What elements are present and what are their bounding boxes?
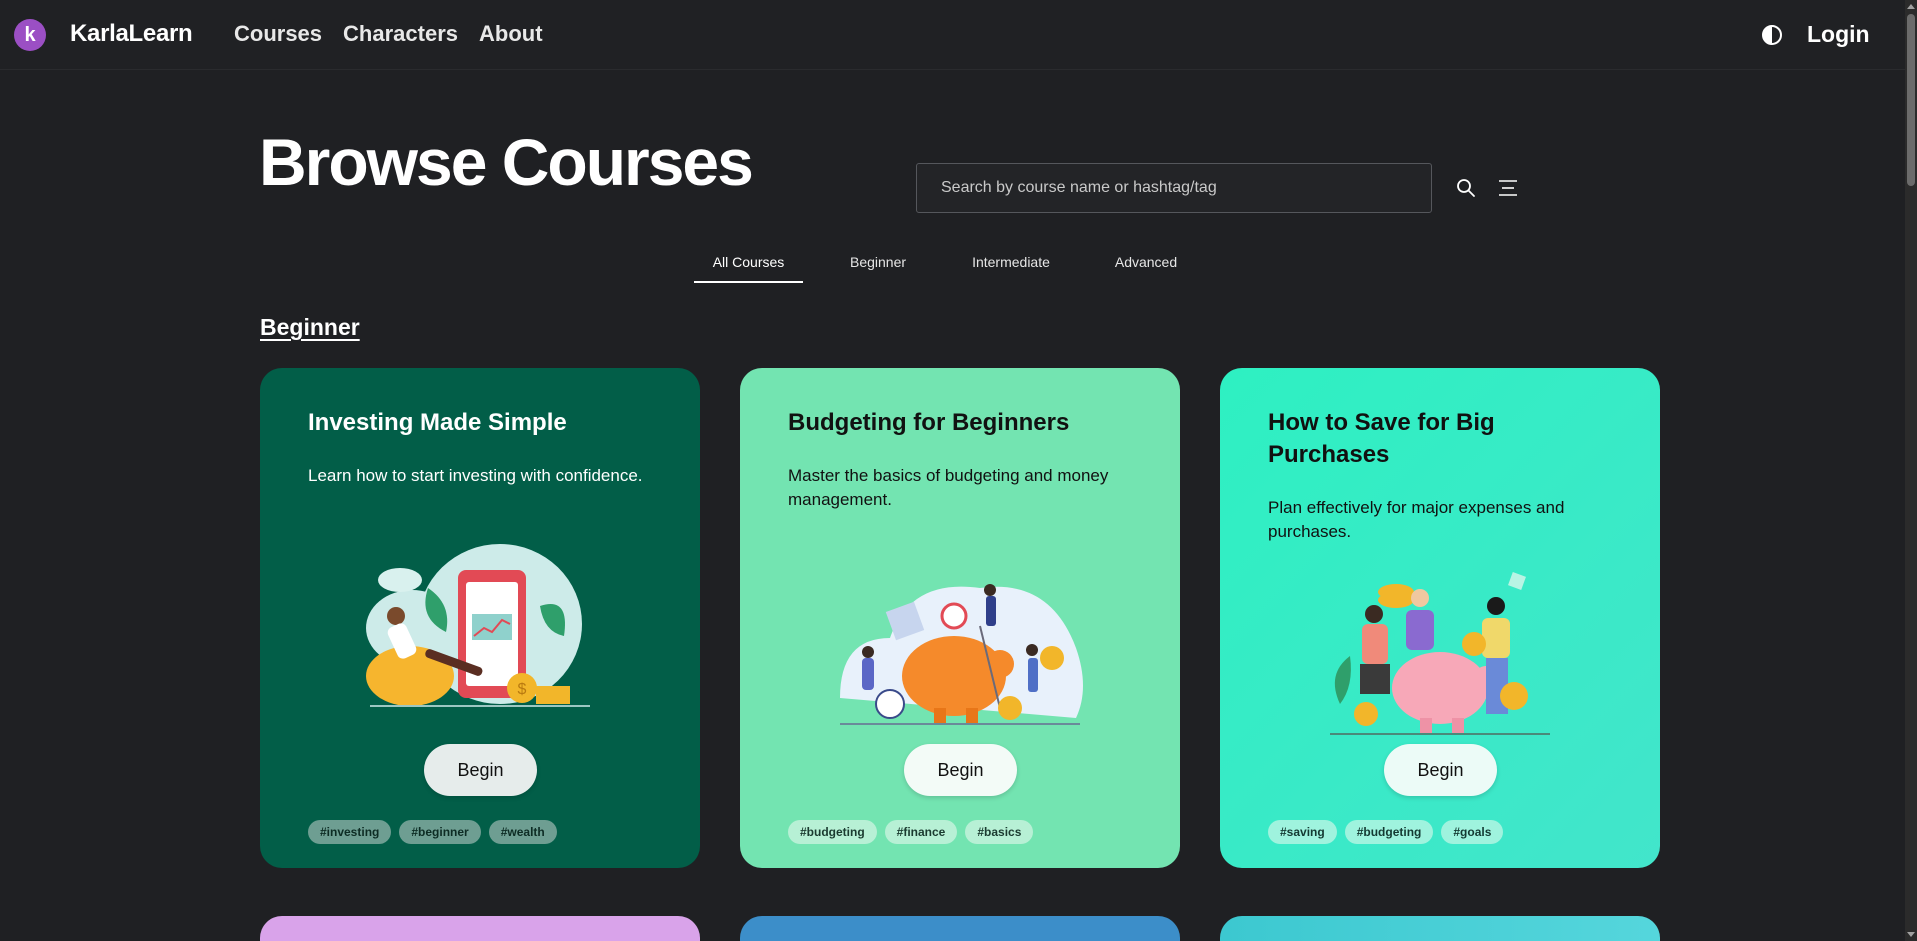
filter-lines-icon[interactable] (1497, 177, 1519, 199)
begin-button[interactable]: Begin (424, 744, 537, 796)
tag-list: #saving #budgeting #goals (1268, 820, 1504, 844)
tag-chip[interactable]: #investing (308, 820, 392, 844)
begin-button[interactable]: Begin (904, 744, 1017, 796)
course-search-input[interactable] (916, 163, 1432, 213)
svg-text:$: $ (518, 681, 527, 698)
tab-intermediate[interactable]: Intermediate (943, 252, 1079, 283)
begin-button[interactable]: Begin (1384, 744, 1497, 796)
course-card: How to Save for Big Purchases Plan effec… (1220, 368, 1660, 868)
piggy-bank-illustration (840, 584, 1083, 725)
section-heading-beginner[interactable]: Beginner (260, 314, 360, 341)
course-title: How to Save for Big Purchases (1268, 409, 1495, 468)
tag-chip[interactable]: #beginner (399, 820, 481, 844)
course-title: Budgeting for Beginners (788, 409, 1070, 436)
tag-chip[interactable]: #wealth (488, 820, 557, 844)
brand-name[interactable]: KarlaLearn (70, 20, 193, 48)
tag-list: #budgeting #finance #basics (788, 820, 1034, 844)
nav-link-characters[interactable]: Characters (343, 21, 458, 47)
scroll-up-arrow-icon[interactable] (1907, 4, 1915, 9)
tab-advanced[interactable]: Advanced (1079, 252, 1213, 283)
saving-illustration (1330, 572, 1550, 735)
course-level-tabs: All Courses Beginner Intermediate Advanc… (694, 252, 1213, 283)
course-description: Plan effectively for major expenses and … (1268, 498, 1565, 541)
course-card: Budgeting for Beginners Master the basic… (740, 368, 1180, 868)
tab-beginner[interactable]: Beginner (819, 252, 943, 283)
course-card-peek[interactable] (740, 916, 1180, 941)
course-card-peek[interactable] (1220, 916, 1660, 941)
course-card: Investing Made Simple Learn how to start… (260, 368, 700, 868)
tag-chip[interactable]: #goals (1441, 820, 1504, 844)
tag-list: #investing #beginner #wealth (308, 820, 557, 844)
login-link[interactable]: Login (1807, 21, 1870, 48)
nav-links: Courses Characters About (234, 21, 543, 47)
course-title: Investing Made Simple (308, 409, 567, 436)
scroll-down-arrow-icon[interactable] (1907, 932, 1915, 937)
top-navbar: k KarlaLearn Courses Characters About Lo… (0, 0, 1905, 70)
scroll-thumb[interactable] (1907, 14, 1915, 186)
tag-chip[interactable]: #budgeting (1344, 820, 1434, 844)
investing-illustration: $ (366, 544, 590, 707)
page-title: Browse Courses (259, 125, 754, 199)
half-circle-theme-icon[interactable] (1761, 24, 1783, 46)
course-description: Learn how to start investing with confid… (308, 466, 643, 485)
tag-chip[interactable]: #saving (1268, 820, 1337, 844)
course-description: Master the basics of budgeting and money… (788, 466, 1109, 509)
page-scrollbar[interactable] (1905, 0, 1917, 941)
tag-chip[interactable]: #budgeting (788, 820, 877, 844)
tag-chip[interactable]: #basics (965, 820, 1034, 844)
tab-all-courses[interactable]: All Courses (694, 252, 803, 283)
search-icon[interactable] (1456, 178, 1476, 198)
logo-badge[interactable]: k (14, 19, 46, 51)
nav-link-about[interactable]: About (479, 21, 543, 47)
tag-chip[interactable]: #finance (884, 820, 958, 844)
nav-link-courses[interactable]: Courses (234, 21, 322, 47)
course-card-peek[interactable] (260, 916, 700, 941)
